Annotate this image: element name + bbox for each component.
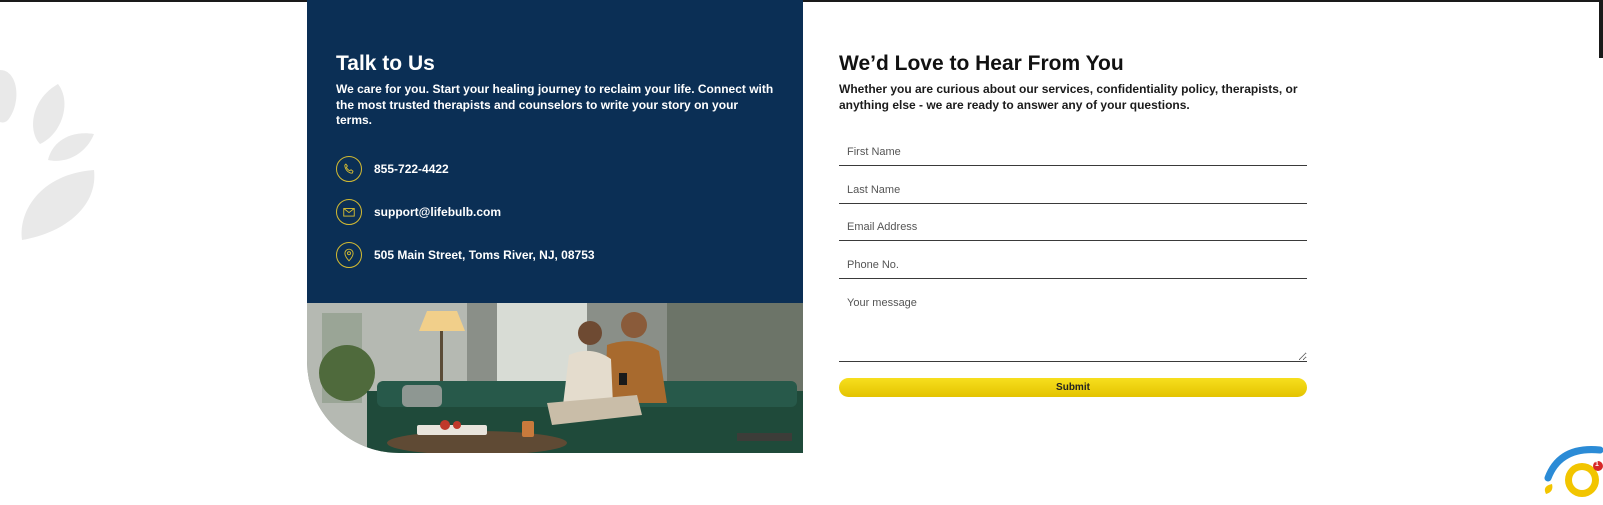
form-title: We’d Love to Hear From You (839, 52, 1124, 75)
phone-input[interactable] (839, 251, 1307, 279)
email-input[interactable] (839, 213, 1307, 241)
contact-info-panel: Talk to Us We care for you. Start your h… (307, 0, 803, 303)
contact-panel-description: We care for you. Start your healing jour… (336, 82, 774, 127)
message-textarea[interactable] (839, 293, 1307, 362)
phone-icon (336, 156, 362, 182)
submit-button[interactable]: Submit (839, 378, 1307, 397)
chat-notification-badge: 1 (1595, 461, 1599, 468)
page-edge (1599, 0, 1603, 58)
contact-phone[interactable]: 855-722-4422 (336, 156, 449, 182)
couple-on-sofa-photo (307, 303, 803, 453)
location-pin-icon (336, 242, 362, 268)
first-name-input[interactable] (839, 138, 1307, 166)
leaf-decoration (0, 70, 95, 240)
form-description: Whether you are curious about our servic… (839, 82, 1298, 112)
contact-email[interactable]: support@lifebulb.com (336, 199, 501, 225)
mail-icon (336, 199, 362, 225)
last-name-input[interactable] (839, 176, 1307, 204)
contact-panel-title: Talk to Us (336, 52, 435, 75)
phone-number[interactable]: 855-722-4422 (374, 162, 449, 176)
chat-widget[interactable]: We Are He 1 (1540, 419, 1603, 500)
contact-address[interactable]: 505 Main Street, Toms River, NJ, 08753 (336, 242, 595, 268)
email-address[interactable]: support@lifebulb.com (374, 205, 501, 219)
street-address[interactable]: 505 Main Street, Toms River, NJ, 08753 (374, 248, 595, 262)
